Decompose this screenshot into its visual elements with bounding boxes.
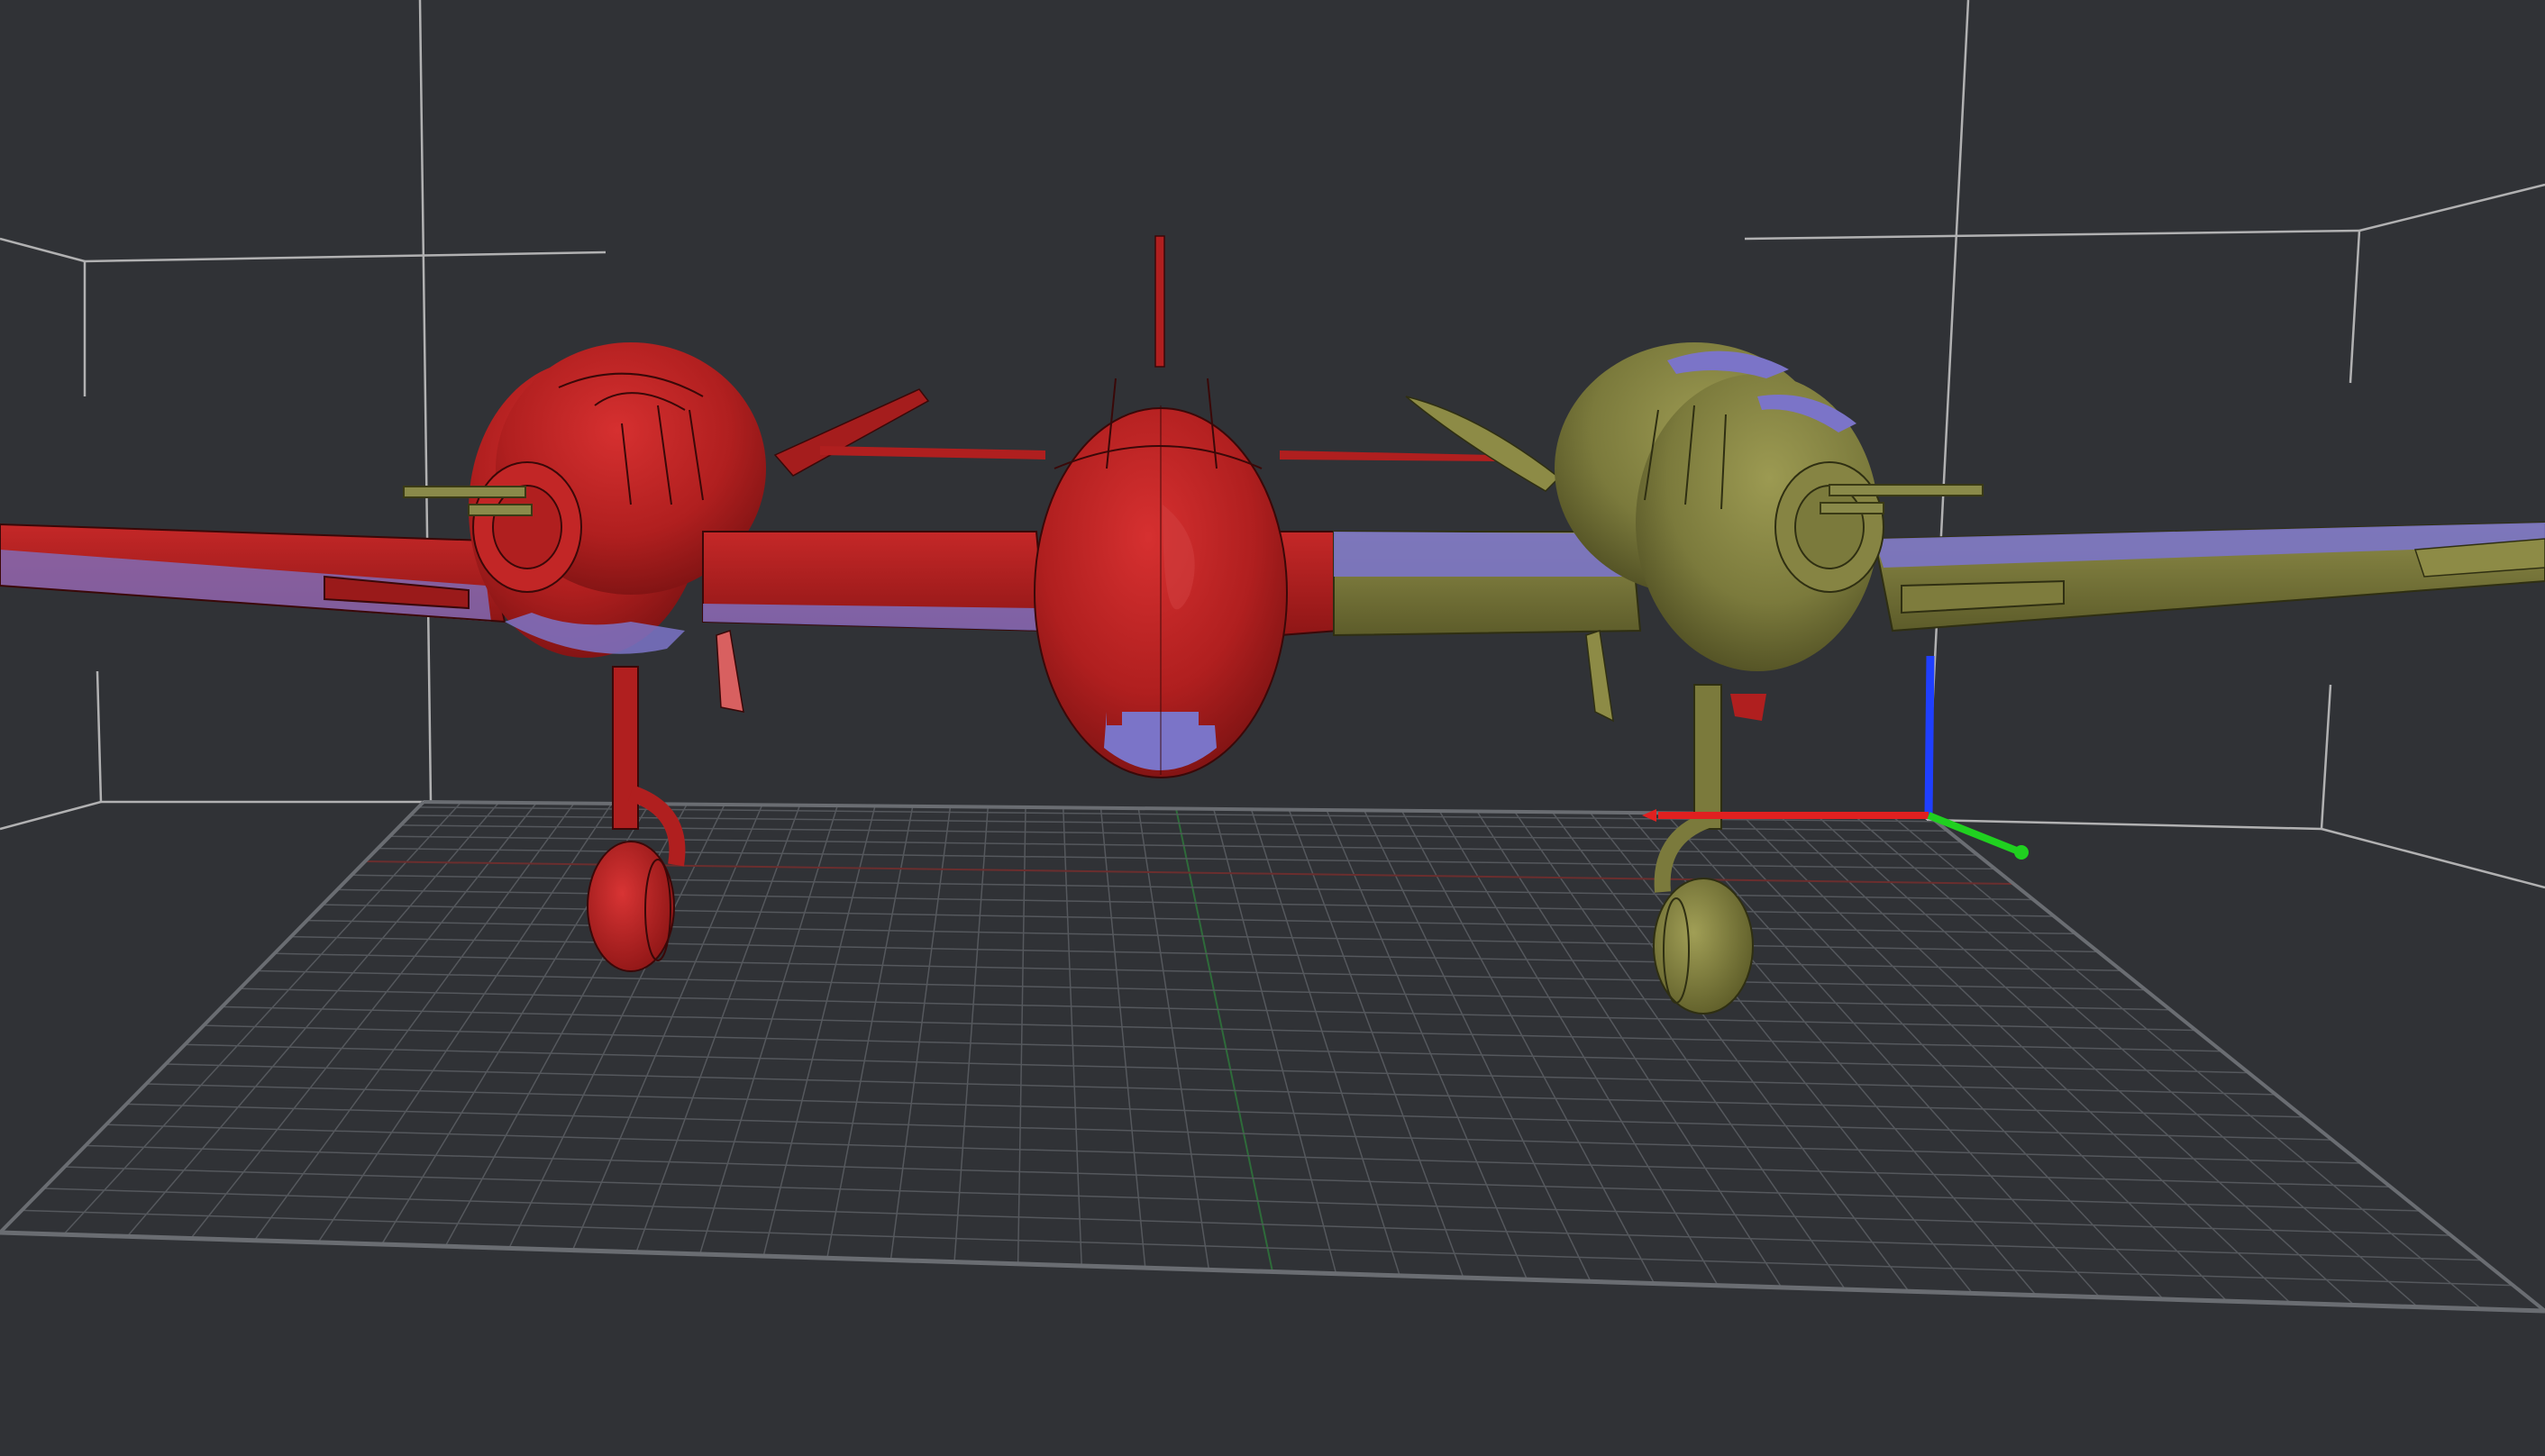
grid-line: [0, 800, 425, 1234]
grid-line: [257, 969, 2171, 1011]
grid-line: [126, 802, 500, 1237]
grid-line: [1589, 812, 1974, 1294]
grid-line: [1665, 812, 2101, 1298]
grid-line: [126, 1103, 2362, 1164]
grid-line: [1701, 813, 2164, 1300]
floor-grid: [0, 800, 2545, 1314]
right-engine-nacelle[interactable]: [1333, 342, 2545, 1015]
grid-line: [274, 952, 2146, 991]
3d-viewport[interactable]: [0, 0, 2545, 1456]
grid-line: [253, 803, 575, 1242]
grid-line: [1213, 808, 1337, 1274]
grid-line: [1438, 810, 1719, 1287]
central-fuselage-pod[interactable]: [702, 235, 1496, 778]
grid-line: [222, 1006, 2222, 1052]
grid-line: [1175, 808, 1273, 1272]
gizmo-z-axis[interactable]: [1924, 655, 1935, 816]
grid-line: [1514, 811, 1847, 1290]
grid-line: [1927, 814, 2545, 1313]
grid-line: [1250, 809, 1400, 1277]
grid-line: [165, 1063, 2304, 1118]
grid-line: [1364, 810, 1592, 1282]
grid-line: [1063, 807, 1082, 1267]
grid-line: [1815, 814, 2355, 1306]
grid-line: [185, 1043, 2276, 1096]
grid-line: [43, 1188, 2482, 1261]
grid-line: [306, 919, 2099, 953]
grid-line: [240, 987, 2196, 1032]
grid-line: [1288, 809, 1464, 1279]
grid-line: [1476, 811, 1783, 1288]
grid-line: [0, 1230, 2545, 1314]
grid-line: [1326, 809, 1528, 1280]
grid-line: [1890, 814, 2482, 1310]
grid-line: [1137, 808, 1210, 1270]
gizmo-x-arrow[interactable]: [1642, 809, 1656, 822]
grid-line: [1017, 806, 1026, 1264]
grid-line: [322, 904, 2076, 935]
gizmo-y-handle[interactable]: [2014, 845, 2029, 860]
grid-line: [1739, 813, 2228, 1302]
viewport-canvas[interactable]: [0, 0, 2545, 1456]
grid-line: [63, 801, 462, 1235]
grid-line: [1551, 811, 1910, 1292]
grid-line: [290, 935, 2122, 971]
grid-line: [22, 1209, 2513, 1287]
bounding-box: [0, 0, 2545, 889]
grid-line: [146, 1083, 2332, 1141]
grid-line: [1099, 807, 1146, 1269]
grid-line: [1777, 813, 2292, 1304]
grid-line: [203, 1024, 2249, 1074]
